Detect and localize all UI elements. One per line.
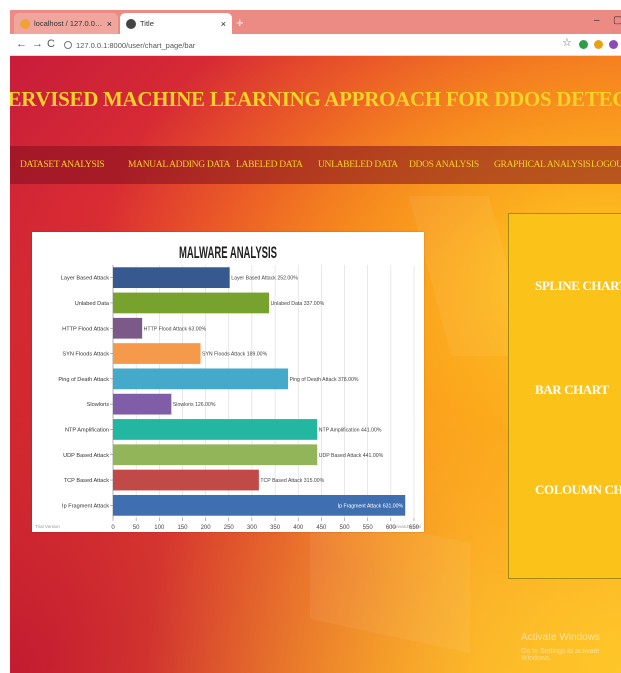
trial-version-credit: Trial Version [35,524,60,529]
url-text: 127.0.0.1:8000/user/chart_page/bar [76,40,196,50]
main-nav: DATASET ANALYSIS MANUAL ADDING DATA LABE… [10,146,621,184]
page-background: SEMI SUPERVISED MACHINE LEARNING APPROAC… [10,56,621,673]
browser-window: localhost / 127.0.0.1 / ddos_atta × Titl… [10,10,621,673]
data-label: TCP Based Attack 315.00% [260,478,324,484]
activate-windows-title: Activate Windows [521,632,600,643]
x-tick-label: 50 [133,525,140,531]
nav-labeled-data[interactable]: LABELED DATA [236,146,303,184]
data-label: SYN Floods Attack 189.00% [202,352,268,358]
data-label: NTP Amplification 441.00% [319,427,382,433]
data-label: Slowloris 126.00% [173,402,216,408]
bar-chart-link[interactable]: BAR CHART [535,382,609,398]
x-tick-label: 350 [270,525,281,531]
chart-bar [113,393,172,415]
data-label: Ping of Death Attack 378.00% [290,377,359,383]
chart-card: MALWARE ANALYSIS 0 50 100 150 200 250 300 350 400… [32,232,424,532]
chart-bar [113,317,143,339]
data-label: Layer Based Attack 252.00% [231,276,298,282]
x-tick-label: 500 [340,525,351,531]
chart-bar [113,343,201,364]
extension-icon[interactable] [594,40,603,49]
back-arrow-icon[interactable]: ← [16,38,27,50]
reload-icon[interactable]: C [47,38,55,50]
data-label: UDP Based Attack 441.00% [319,453,384,459]
data-label: HTTP Flood Attack 63.00% [144,326,207,332]
url-input[interactable]: 127.0.0.1:8000/user/chart_page/bar [64,37,534,53]
y-tick-label: SYN Floods Attack [62,352,109,358]
close-icon[interactable]: × [107,19,112,29]
x-tick-label: 0 [111,525,115,531]
close-icon[interactable]: × [221,19,226,29]
info-icon[interactable] [64,41,72,49]
x-tick-label: 200 [201,525,212,531]
nav-unlabeled-data[interactable]: UNLABELED DATA [318,146,398,184]
nav-manual-adding-data[interactable]: MANUAL ADDING DATA [128,146,231,184]
page-title: SEMI SUPERVISED MACHINE LEARNING APPROAC… [10,86,621,111]
star-icon[interactable]: ☆ [562,36,572,49]
y-tick-label: Unlabed Data [75,301,110,307]
tab-phpmyadmin[interactable]: localhost / 127.0.0.1 / ddos_atta × [14,13,118,34]
x-tick-label: 450 [316,525,327,531]
x-tick-label: 150 [177,525,188,531]
y-tick-label: UDP Based Attack [63,453,109,459]
y-tick-label: TCP Based Attack [64,478,109,484]
maximize-icon[interactable]: ▢ [613,15,621,26]
chart-bar [113,444,318,466]
spline-chart-link[interactable]: SPLINE CHART [535,278,621,294]
data-label: Ip Fragment Attack 631.00% [338,503,404,509]
y-tick-label: Ping of Death Attack [58,377,109,383]
x-tick-label: 400 [293,525,304,531]
chart-bar [113,469,259,491]
address-bar: ← → C 127.0.0.1:8000/user/chart_page/bar… [10,34,621,56]
y-tick-label: Layer Based Attack [61,276,109,282]
column-chart-link[interactable]: COLOUMN CHART [535,482,621,498]
nav-dataset-analysis[interactable]: DATASET ANALYSIS [20,146,105,184]
canvasjs-credit: CanvasJS.com [391,524,422,529]
x-tick-label: 300 [247,525,258,531]
chart-title: MALWARE ANALYSIS [179,243,277,262]
activate-windows-subtitle: Go to Settings to activate Windows. [521,648,600,662]
chart-bar [113,267,230,289]
minimize-icon[interactable]: – [594,15,600,26]
extension-icon[interactable] [579,40,588,49]
y-tick-label: Ip Fragment Attack [62,503,109,509]
malware-analysis-chart: MALWARE ANALYSIS 0 50 100 150 200 250 300 350 400… [35,243,422,531]
x-tick-label: 550 [363,525,374,531]
y-tick-label: HTTP Flood Attack [62,326,109,332]
new-tab-icon[interactable]: + [236,15,244,30]
globe-icon [126,18,136,29]
phpmyadmin-icon [20,18,30,29]
chart-type-panel: SPLINE CHART BAR CHART COLOUMN CHART [508,213,621,579]
y-tick-label: NTP Amplification [65,427,109,433]
y-tick-label: Slowloris [87,402,110,408]
x-tick-label: 100 [154,525,165,531]
data-label: Unlabed Data 337.00% [271,301,325,307]
forward-arrow-icon[interactable]: → [32,38,43,50]
chart-bar [113,368,289,390]
x-tick-label: 250 [224,525,235,531]
tab-label: Title [140,19,154,28]
tab-label: localhost / 127.0.0.1 / ddos_atta [34,19,103,28]
profile-icon[interactable] [609,40,618,49]
nav-logout[interactable]: LOGOUT [591,146,621,184]
tab-strip: localhost / 127.0.0.1 / ddos_atta × Titl… [10,10,621,34]
chart-bar [113,419,318,440]
chart-bar [113,292,270,314]
tab-title[interactable]: Title × [120,13,232,34]
nav-ddos-analysis[interactable]: DDOS ANALYSIS [409,146,479,184]
nav-graphical-analysis[interactable]: GRAPHICAL ANALYSIS [494,146,591,184]
